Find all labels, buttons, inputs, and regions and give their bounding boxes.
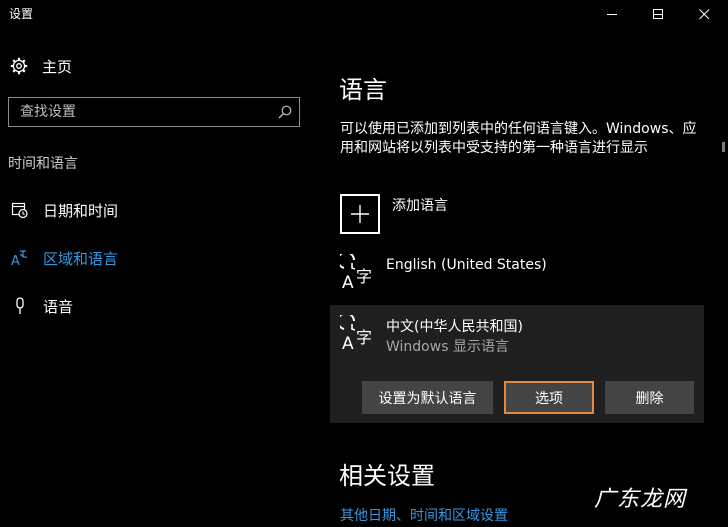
language-description: 可以使用已添加到列表中的任何语言键入。Windows、应用和网站将以列表中受支持…	[340, 121, 697, 156]
language-item-english[interactable]: A 字 English (United States)	[330, 248, 704, 298]
home-label: 主页	[42, 57, 73, 76]
sidebar-item-label: 语音	[43, 297, 74, 316]
set-default-button[interactable]: 设置为默认语言	[362, 381, 493, 414]
maximize-button[interactable]	[635, 0, 681, 28]
add-language-label: 添加语言	[392, 198, 448, 214]
remove-button[interactable]: 删除	[605, 381, 694, 414]
svg-text:字: 字	[356, 267, 372, 286]
sidebar-item-label: 日期和时间	[43, 201, 119, 220]
svg-text:A: A	[342, 273, 354, 290]
language-subtitle: Windows 显示语言	[386, 339, 509, 355]
sidebar-home[interactable]: 主页	[10, 54, 72, 78]
search-input[interactable]	[9, 98, 269, 126]
sidebar-item-speech[interactable]: 语音	[10, 294, 73, 318]
sidebar-item-region-language[interactable]: A 区域和语言	[10, 246, 118, 270]
region-language-icon: A	[10, 248, 30, 268]
svg-text:字: 字	[356, 328, 372, 347]
gear-icon	[10, 57, 28, 75]
language-icon: A 字	[340, 254, 372, 290]
plus-icon	[351, 205, 369, 223]
close-button[interactable]	[681, 0, 727, 28]
minimize-icon	[606, 13, 617, 15]
sidebar-item-label: 区域和语言	[43, 249, 119, 268]
language-name: 中文(中华人民共和国)	[386, 319, 523, 335]
related-settings-title: 相关设置	[339, 462, 435, 490]
calendar-clock-icon	[10, 200, 30, 220]
sidebar-item-date-time[interactable]: 日期和时间	[10, 198, 118, 222]
minimize-btn[interactable]	[589, 0, 635, 28]
options-button[interactable]: 选项	[504, 381, 594, 414]
sidebar-group-header: 时间和语言	[8, 156, 78, 172]
microphone-icon	[10, 296, 30, 316]
add-box	[340, 194, 380, 234]
language-name: English (United States)	[386, 257, 547, 273]
search-icon[interactable]	[278, 105, 292, 119]
page-title: 语言	[339, 76, 387, 104]
search-box[interactable]	[8, 97, 300, 127]
watermark: 广东龙网	[594, 487, 687, 512]
close-icon	[698, 8, 709, 19]
language-icon: A 字	[340, 315, 372, 351]
window-title: 设置	[9, 7, 34, 21]
svg-text:A: A	[11, 254, 20, 267]
other-date-time-region-link[interactable]: 其他日期、时间和区域设置	[340, 505, 508, 525]
scrollbar[interactable]	[722, 142, 725, 152]
svg-text:A: A	[342, 334, 354, 351]
maximize-icon	[652, 8, 663, 19]
add-language-button[interactable]: 添加语言	[340, 194, 448, 234]
